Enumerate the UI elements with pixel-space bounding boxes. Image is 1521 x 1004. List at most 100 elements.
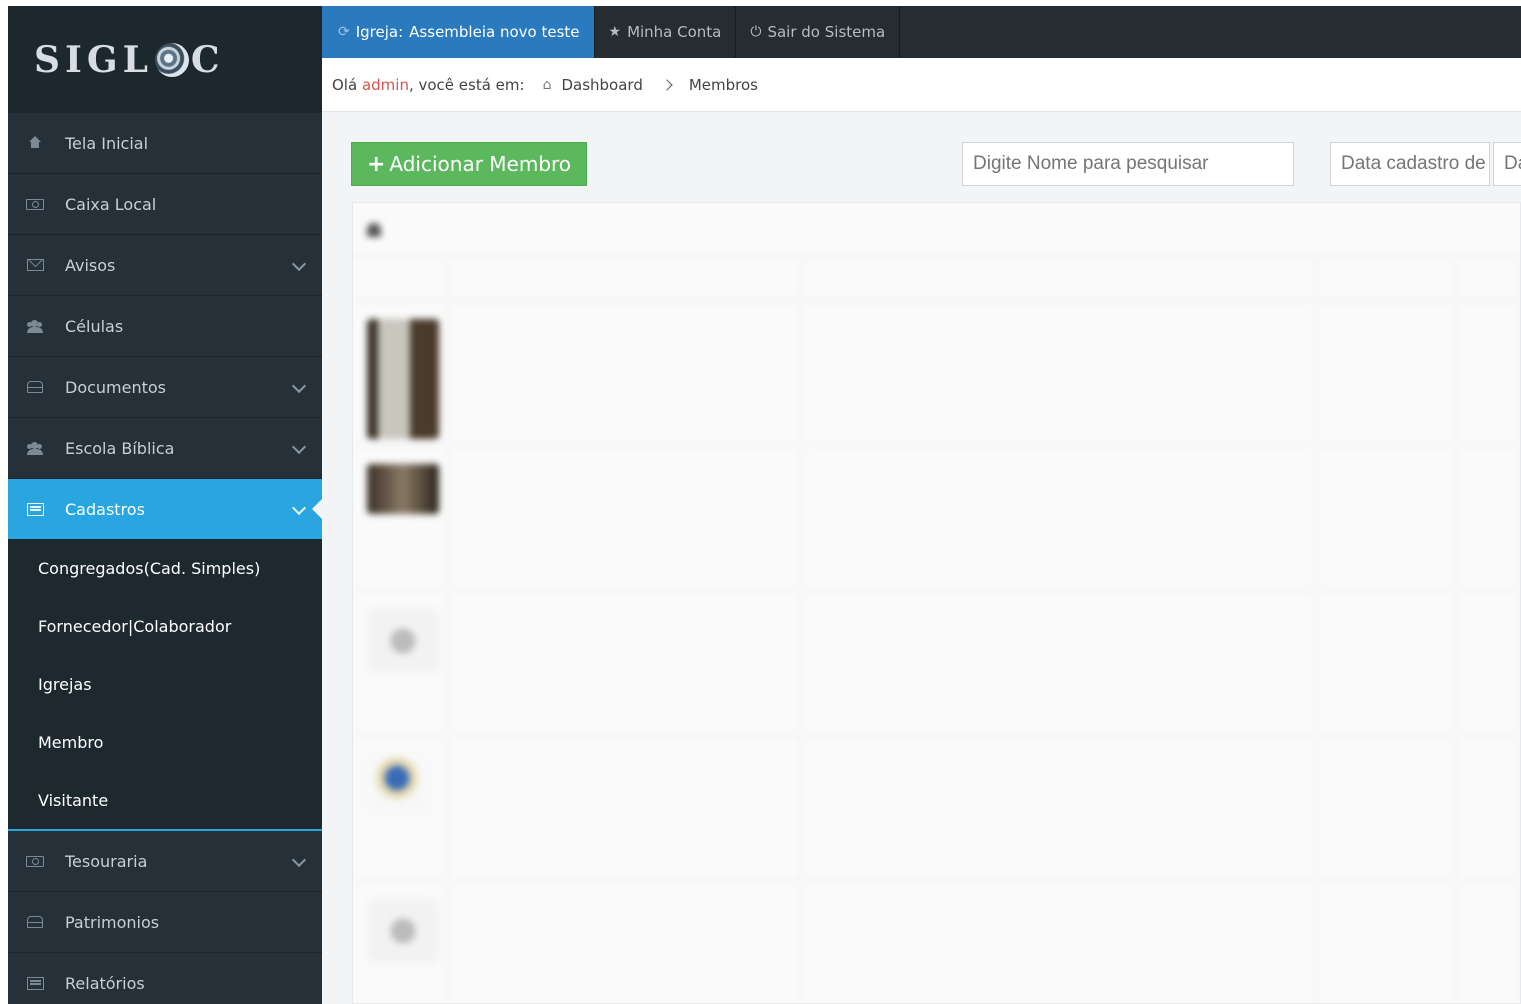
address-cell	[802, 881, 1316, 1004]
phone-cell	[1316, 591, 1456, 735]
phone-cell	[1316, 301, 1456, 445]
sidebar-item-label: Tesouraria	[65, 851, 148, 871]
greeting-suffix: , você está em:	[408, 75, 525, 94]
name-cell	[448, 736, 802, 880]
my-account-tab[interactable]: ★ Minha Conta	[595, 6, 737, 58]
table-row[interactable]	[353, 301, 1520, 446]
avatar	[367, 464, 439, 514]
address-cell	[802, 446, 1316, 590]
add-member-label: Adicionar Membro	[389, 152, 572, 176]
table-row[interactable]	[353, 736, 1520, 881]
logo-text-right: C	[190, 38, 225, 81]
avatar-cell	[353, 881, 448, 1004]
submenu-item-congregados[interactable]: Congregados(Cad. Simples)	[8, 539, 322, 597]
sidebar-item-escola-biblica[interactable]: Escola Bíblica	[8, 418, 322, 479]
sidebar-item-documentos[interactable]: Documentos	[8, 357, 322, 418]
logout-label: Sair do Sistema	[767, 23, 886, 41]
sidebar-item-label: Documentos	[65, 377, 167, 397]
star-icon: ★	[608, 24, 622, 40]
envelope-icon	[25, 258, 45, 272]
add-member-button[interactable]: + Adicionar Membro	[351, 142, 587, 186]
sidebar-item-avisos[interactable]: Avisos	[8, 235, 322, 296]
chevron-down-icon	[291, 439, 307, 455]
avatar	[367, 899, 439, 963]
sidebar-item-tesouraria[interactable]: Tesouraria	[8, 831, 322, 892]
submenu-item-fornecedor[interactable]: Fornecedor|Colaborador	[8, 597, 322, 655]
table-row[interactable]	[353, 881, 1520, 1004]
search-name-input[interactable]	[962, 142, 1294, 186]
sidebar-item-label: Cadastros	[65, 499, 145, 519]
avatar-cell	[353, 736, 448, 880]
actions-cell	[1456, 301, 1520, 445]
home-icon	[25, 136, 45, 150]
panel-header	[353, 203, 1520, 257]
sidebar-item-tela-inicial[interactable]: Tela Inicial	[8, 113, 322, 174]
actions-cell	[1456, 446, 1520, 590]
my-account-label: Minha Conta	[627, 23, 722, 41]
chevron-right-icon	[661, 78, 673, 91]
sidebar-item-label: Avisos	[65, 255, 116, 275]
sidebar-item-cadastros[interactable]: Cadastros	[8, 479, 322, 539]
name-cell	[448, 301, 802, 445]
sidebar-item-label: Células	[65, 316, 124, 336]
breadcrumb-dashboard-link[interactable]: Dashboard	[561, 76, 642, 94]
phone-cell	[1316, 446, 1456, 590]
submenu-item-visitante[interactable]: Visitante	[8, 771, 322, 829]
search-date-from-input[interactable]	[1330, 142, 1490, 186]
sidebar-item-label: Escola Bíblica	[65, 438, 175, 458]
active-notch	[312, 499, 322, 519]
table-header-cell	[1456, 257, 1520, 300]
current-user: admin	[361, 75, 409, 94]
table-header-cell	[1316, 257, 1456, 300]
search-date-to-input[interactable]	[1493, 142, 1521, 186]
name-cell	[448, 881, 802, 1004]
logo-text-left: SIGL	[34, 38, 153, 81]
avatar	[367, 754, 427, 814]
chevron-down-icon	[291, 256, 307, 272]
address-cell	[802, 736, 1316, 880]
avatar-cell	[353, 446, 448, 590]
sidebar-item-label: Tela Inicial	[65, 133, 149, 153]
sidebar-item-label: Patrimonios	[65, 912, 160, 932]
sidebar: SIGL C Tela Inicial Caixa Local Avisos C…	[8, 6, 322, 1004]
phone-cell	[1316, 881, 1456, 1004]
avatar	[367, 609, 439, 673]
avatar	[367, 319, 439, 439]
chevron-down-icon	[291, 852, 307, 868]
money-icon	[25, 197, 45, 211]
name-cell	[448, 591, 802, 735]
table-header-cell	[353, 257, 448, 300]
logout-tab[interactable]: ⏻ Sair do Sistema	[736, 6, 901, 58]
top-navbar: ⟳ Igreja: Assembleia novo teste ★ Minha …	[322, 6, 1521, 58]
app-logo[interactable]: SIGL C	[34, 39, 225, 81]
church-selector-tab[interactable]: ⟳ Igreja: Assembleia novo teste	[322, 6, 595, 58]
avatar-cell	[353, 591, 448, 735]
table-row[interactable]	[353, 446, 1520, 591]
blurred-table	[353, 203, 1520, 1004]
table-row[interactable]	[353, 591, 1520, 736]
sidebar-item-relatorios[interactable]: Relatórios	[8, 953, 322, 1004]
church-name: Assembleia novo teste	[409, 23, 580, 41]
sidebar-item-caixa-local[interactable]: Caixa Local	[8, 174, 322, 235]
avatar-cell	[353, 301, 448, 445]
list-icon	[25, 502, 45, 516]
list-icon	[25, 976, 45, 990]
home-icon: ⌂	[542, 76, 552, 93]
breadcrumb-current: Membros	[688, 75, 758, 94]
drive-icon	[25, 915, 45, 929]
sidebar-item-celulas[interactable]: Células	[8, 296, 322, 357]
submenu-item-membro[interactable]: Membro	[8, 713, 322, 771]
main-content: + Adicionar Membro	[322, 112, 1521, 1004]
money-icon	[25, 854, 45, 868]
cadastros-submenu: Congregados(Cad. Simples) Fornecedor|Col…	[8, 539, 322, 831]
members-table-panel	[352, 202, 1521, 1004]
logo-lens-icon	[154, 42, 189, 77]
submenu-item-igrejas[interactable]: Igrejas	[8, 655, 322, 713]
sidebar-item-label: Caixa Local	[65, 194, 157, 214]
table-header-cell	[802, 257, 1316, 300]
chevron-down-icon	[291, 378, 307, 394]
app-frame: SIGL C Tela Inicial Caixa Local Avisos C…	[8, 6, 1521, 1004]
actions-cell	[1456, 881, 1520, 1004]
actions-cell	[1456, 591, 1520, 735]
sidebar-item-patrimonios[interactable]: Patrimonios	[8, 892, 322, 953]
